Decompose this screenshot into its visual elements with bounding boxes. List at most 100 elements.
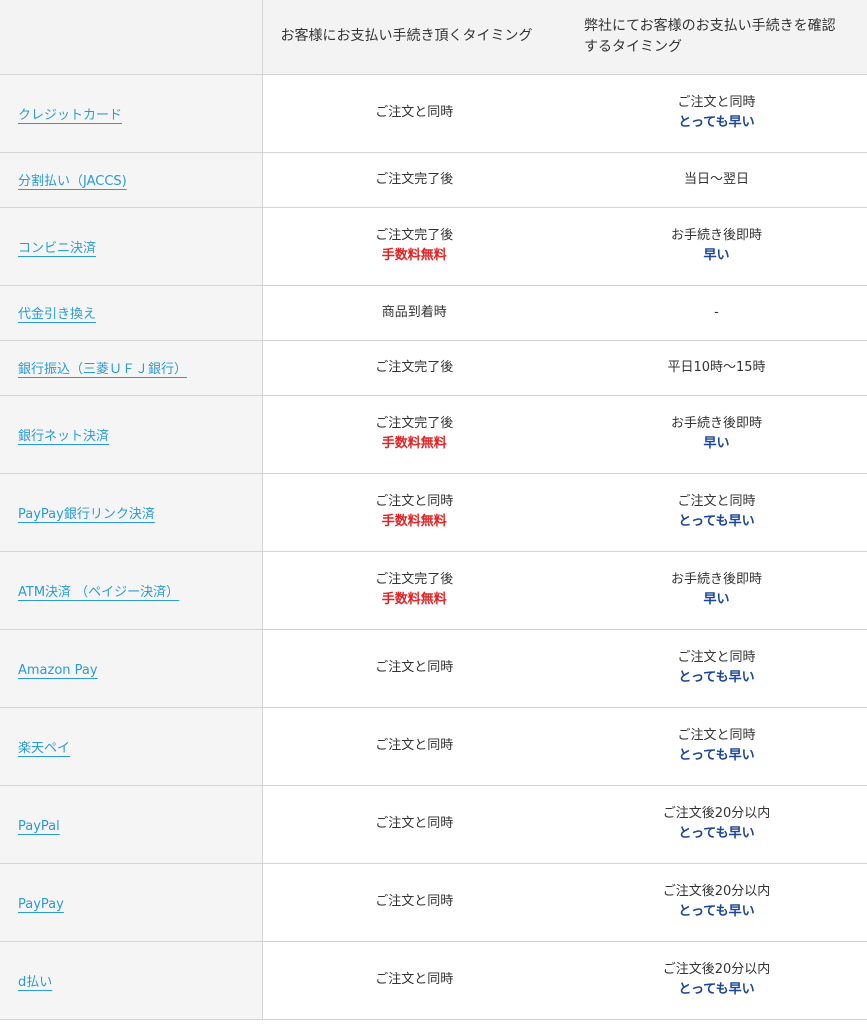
payment-method-link[interactable]: 楽天ペイ [18,741,70,756]
payment-method-link[interactable]: 銀行振込（三菱ＵＦＪ銀行） [18,362,187,377]
customer-timing-cell: ご注文完了後 手数料無料 [262,395,566,474]
table-row: ATM決済 （ペイジー決済） ご注文完了後 手数料無料 お手続き後即時 早い [0,551,867,630]
customer-timing-cell: ご注文と同時 [262,863,566,942]
customer-timing-text: 商品到着時 [381,304,447,320]
payment-method-link[interactable]: 分割払い（JACCS) [18,174,127,189]
confirm-timing-text: ご注文後20分以内 [662,962,771,977]
payment-method-cell: 分割払い（JACCS) [0,152,263,208]
payment-method-link[interactable]: PayPay銀行リンク決済 [18,507,155,522]
customer-timing-cell: ご注文と同時 [262,941,566,1020]
header-confirm-timing: 弊社にてお客様のお支払い手続きを確認 するタイミング [566,0,867,75]
confirm-timing-text: ご注文と同時 [677,728,756,743]
payment-method-cell: PayPal [0,785,263,864]
table-row: 分割払い（JACCS) ご注文完了後 当日〜翌日 [0,152,867,208]
customer-timing-text: ご注文完了後 [375,171,454,187]
payment-method-cell: ATM決済 （ペイジー決済） [0,551,263,630]
payment-method-cell: クレジットカード [0,74,263,153]
payment-method-link[interactable]: コンビニ決済 [18,241,96,256]
payment-method-link[interactable]: 銀行ネット決済 [18,429,109,444]
speed-note: 早い [703,436,730,451]
confirm-timing-text: - [714,304,719,320]
confirm-timing-cell: ご注文後20分以内 とっても早い [566,941,867,1020]
table-row: 代金引き換え 商品到着時 - [0,285,867,341]
confirm-timing-text: ご注文後20分以内 [662,806,771,821]
table-row: 銀行ネット決済 ご注文完了後 手数料無料 お手続き後即時 早い [0,395,867,474]
payment-method-cell: 銀行ネット決済 [0,395,263,474]
table-row: Amazon Pay ご注文と同時 ご注文と同時 とっても早い [0,629,867,708]
customer-timing-cell: ご注文と同時 [262,785,566,864]
payment-method-link[interactable]: Amazon Pay [18,663,98,678]
customer-timing-cell: ご注文と同時 [262,74,566,153]
customer-timing-text: ご注文と同時 [375,660,454,675]
fee-free-note: 手数料無料 [381,248,447,263]
customer-timing-text: ご注文完了後 [375,416,454,431]
payment-method-link[interactable]: 代金引き換え [18,307,96,322]
confirm-timing-text: お手続き後即時 [670,572,762,587]
customer-timing-text: ご注文完了後 [375,359,454,375]
table-row: コンビニ決済 ご注文完了後 手数料無料 お手続き後即時 早い [0,207,867,286]
payment-method-cell: d払い [0,941,263,1020]
confirm-timing-text: 当日〜翌日 [683,171,749,187]
payment-method-link[interactable]: PayPay [18,897,64,912]
table-row: クレジットカード ご注文と同時 ご注文と同時 とっても早い [0,74,867,153]
customer-timing-text: ご注文と同時 [375,816,454,831]
confirm-timing-text: ご注文後20分以内 [662,884,771,899]
speed-note: とっても早い [678,904,755,919]
confirm-timing-text: ご注文と同時 [677,95,756,110]
customer-timing-text: ご注文と同時 [375,105,454,120]
confirm-timing-text: お手続き後即時 [670,228,762,243]
header-row: お客様にお支払い手続き頂くタイミング 弊社にてお客様のお支払い手続きを確認 するタ… [0,0,867,75]
confirm-timing-cell: - [566,285,867,341]
fee-free-note: 手数料無料 [381,436,447,451]
payment-timing-table-wrapper: お客様にお支払い手続き頂くタイミング 弊社にてお客様のお支払い手続きを確認 するタ… [0,0,867,1020]
customer-timing-cell: ご注文完了後 [262,152,566,208]
customer-timing-cell: ご注文と同時 [262,707,566,786]
header-customer-timing-label: お客様にお支払い手続き頂くタイミング [280,28,533,45]
payment-method-link[interactable]: ATM決済 （ペイジー決済） [18,585,179,600]
customer-timing-text: ご注文と同時 [375,494,454,509]
payment-method-cell: Amazon Pay [0,629,263,708]
table-row: PayPay銀行リンク決済 ご注文と同時 手数料無料 ご注文と同時 とっても早い [0,473,867,552]
payment-method-link[interactable]: PayPal [18,819,60,834]
customer-timing-text: ご注文と同時 [375,894,454,909]
confirm-timing-cell: ご注文と同時 とっても早い [566,74,867,153]
payment-method-link[interactable]: クレジットカード [18,108,122,123]
customer-timing-cell: 商品到着時 [262,285,566,341]
speed-note: 早い [703,592,730,607]
confirm-timing-cell: ご注文と同時 とっても早い [566,707,867,786]
confirm-timing-cell: お手続き後即時 早い [566,395,867,474]
payment-timing-table: お客様にお支払い手続き頂くタイミング 弊社にてお客様のお支払い手続きを確認 するタ… [0,0,867,1020]
confirm-timing-text: お手続き後即時 [670,416,762,431]
header-customer-timing: お客様にお支払い手続き頂くタイミング [262,0,566,75]
payment-method-cell: コンビニ決済 [0,207,263,286]
confirm-timing-text: ご注文と同時 [677,650,756,665]
fee-free-note: 手数料無料 [381,592,447,607]
confirm-timing-cell: ご注文後20分以内 とっても早い [566,863,867,942]
customer-timing-text: ご注文と同時 [375,738,454,753]
payment-method-cell: 銀行振込（三菱ＵＦＪ銀行） [0,340,263,396]
confirm-timing-cell: ご注文と同時 とっても早い [566,629,867,708]
table-row: PayPal ご注文と同時 ご注文後20分以内 とっても早い [0,785,867,864]
customer-timing-cell: ご注文完了後 手数料無料 [262,207,566,286]
speed-note: とっても早い [678,115,755,130]
customer-timing-text: ご注文完了後 [375,228,454,243]
speed-note: とっても早い [678,982,755,997]
confirm-timing-cell: お手続き後即時 早い [566,207,867,286]
customer-timing-cell: ご注文完了後 [262,340,566,396]
customer-timing-cell: ご注文と同時 手数料無料 [262,473,566,552]
speed-note: とっても早い [678,514,755,529]
customer-timing-text: ご注文と同時 [375,972,454,987]
payment-method-link[interactable]: d払い [18,975,52,990]
header-confirm-timing-line1: 弊社にてお客様のお支払い手続きを確認 [584,17,836,34]
table-header: お客様にお支払い手続き頂くタイミング 弊社にてお客様のお支払い手続きを確認 するタ… [0,0,867,75]
payment-method-cell: 代金引き換え [0,285,263,341]
confirm-timing-cell: 平日10時〜15時 [566,340,867,396]
confirm-timing-text: ご注文と同時 [677,494,756,509]
confirm-timing-cell: お手続き後即時 早い [566,551,867,630]
payment-method-cell: 楽天ペイ [0,707,263,786]
speed-note: 早い [703,248,730,263]
confirm-timing-cell: 当日〜翌日 [566,152,867,208]
table-row: d払い ご注文と同時 ご注文後20分以内 とっても早い [0,941,867,1020]
payment-method-cell: PayPay [0,863,263,942]
header-method-cell [0,0,263,75]
